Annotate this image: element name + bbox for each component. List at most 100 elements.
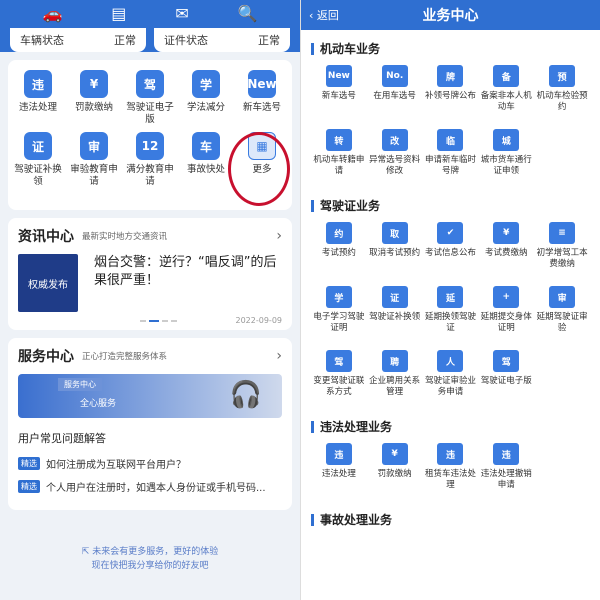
service-item[interactable]: 违租赁车违法处理 [423,443,479,501]
news-item[interactable]: 权威发布 烟台交警：逆行？“唱反调”的后果很严重！ [8,254,292,312]
top-bar: 🚗 ▤ ✉ 🔍 车辆状态 正常 证件状态 正常 [0,0,300,52]
chevron-left-icon: ‹ [309,9,317,22]
service-label: 审验教育申请 [70,164,118,187]
service-item[interactable]: 驾变更驾驶证联系方式 [311,350,367,408]
service-label: 考试信息公布 [424,248,476,258]
service-label: 驾驶证补换领 [14,164,62,187]
service-label: 驾驶证审验业务申请 [424,376,476,397]
service-label: 初学增驾工本费缴纳 [536,248,588,269]
service-item[interactable]: 证驾驶证补换领 [10,132,66,188]
service-item[interactable]: 牌补领号牌公布 [423,65,479,123]
service-icon: 车 [192,132,220,160]
service-item[interactable]: 12 满分教育申请 [122,132,178,188]
business-section: 机动车业务 New 新车选号 No. 在用车选号牌补领号牌公布备备案非本人机动车预机动车… [301,40,600,187]
top-icon-row: 🚗 ▤ ✉ 🔍 [0,0,300,28]
service-item[interactable]: No. 在用车选号 [367,65,423,123]
search-icon[interactable]: 🔍 [238,0,258,28]
service-item[interactable]: ≡ 初学增驾工本费缴纳 [534,222,590,280]
service-label: 补领号牌公布 [424,91,476,101]
service-icon: 违 [325,443,352,465]
service-item[interactable]: 延延期换领驾驶证 [423,286,479,344]
service-item[interactable]: 证驾驶证补换领 [367,286,423,344]
business-section: 违法处理业务违违法处理 ¥ 罚款缴纳违租赁车违法处理违违法处理撤销申请 [301,418,600,501]
mail-icon[interactable]: ✉ [175,0,188,28]
section-grid: New 新车选号 No. 在用车选号牌补领号牌公布备备案非本人机动车预机动车检验预约转… [311,65,590,187]
service-label: 延期提交身体证明 [480,312,532,333]
service-item[interactable]: ✔ 考试信息公布 [423,222,479,280]
service-icon: ¥ [381,443,408,465]
service-label: 变更驾驶证联系方式 [313,376,365,397]
service-item[interactable]: + 延期提交身体证明 [478,286,534,344]
service-center-subtitle: 正心打造完整服务体系 [82,352,168,362]
service-label: 驾驶证电子版 [126,102,174,125]
service-label: 延期换领驾驶证 [424,312,476,333]
service-item[interactable]: ¥ 考试费缴纳 [478,222,534,280]
home-screen: 🚗 ▤ ✉ 🔍 车辆状态 正常 证件状态 正常 违违法处理 ¥ 罚款缴纳驾驾驶证电子… [0,0,300,600]
service-label: 考试预约 [321,248,356,258]
service-banner[interactable]: 服务中心 全心服务 🎧 [18,374,282,418]
service-item[interactable]: 转机动车转籍申请 [311,129,367,187]
service-icon: 违 [437,443,464,465]
service-item[interactable]: 违违法处理 [311,443,367,501]
service-item[interactable]: 驾驾驶证电子版 [122,70,178,126]
service-icon: 审 [549,286,576,308]
service-item[interactable]: New 新车选号 [311,65,367,123]
service-item[interactable]: 预机动车检验预约 [534,65,590,123]
service-item[interactable]: 学学法减分 [178,70,234,126]
service-item[interactable]: 聘企业聘用关系管理 [367,350,423,408]
service-icon: + [493,286,520,308]
service-item[interactable]: 备备案非本人机动车 [478,65,534,123]
service-item[interactable]: 审延期驾驶证审验 [534,286,590,344]
service-item[interactable]: ¥ 罚款缴纳 [367,443,423,501]
service-icon: 证 [24,132,52,160]
service-icon: 临 [437,129,464,151]
service-icon: 违 [24,70,52,98]
service-item[interactable]: 改异常选号资料修改 [367,129,423,187]
service-label: 机动车转籍申请 [313,155,365,176]
service-item[interactable]: 取取消考试预约 [367,222,423,280]
vehicle-status-card[interactable]: 车辆状态 正常 [10,28,146,52]
license-status-card[interactable]: 证件状态 正常 [154,28,290,52]
highlight-circle-more [228,132,290,206]
service-icon: 驾 [493,350,520,372]
app-screens: 🚗 ▤ ✉ 🔍 车辆状态 正常 证件状态 正常 违违法处理 ¥ 罚款缴纳驾驾驶证电子… [0,0,600,600]
service-item[interactable]: 违违法处理 [10,70,66,126]
service-icon: 学 [325,286,352,308]
service-item[interactable]: 审审验教育申请 [66,132,122,188]
service-label: 城市货车通行证申领 [480,155,532,176]
service-item[interactable]: 驾驾驶证电子版 [478,350,534,408]
service-item[interactable]: 临申请新车临时号牌 [423,129,479,187]
service-icon: ¥ [80,70,108,98]
faq-title: 用户常见问题解答 [18,432,106,445]
faq-item[interactable]: 精选 个人用户在注册时，如遇本人身份证或手机号码... [8,475,292,498]
service-icon: 人 [437,350,464,372]
service-item[interactable]: 违违法处理撤销申请 [478,443,534,501]
service-item[interactable]: 车事故快处 [178,132,234,188]
section-title: 机动车业务 [311,40,590,57]
news-header[interactable]: 资讯中心 最新实时地方交通资讯 › [8,218,292,254]
share-icon[interactable]: ⇱ [82,547,92,557]
service-item[interactable]: ¥ 罚款缴纳 [66,70,122,126]
vehicle-status-label: 车辆状态 [20,34,64,47]
service-item[interactable]: 约考试预约 [311,222,367,280]
service-label: 违法处理 [18,102,57,113]
service-item[interactable]: 人驾驶证审验业务申请 [423,350,479,408]
service-item[interactable]: New 新车选号 [234,70,290,126]
service-item[interactable]: 学电子学习驾驶证明 [311,286,367,344]
back-button[interactable]: ‹ 返回 [309,7,339,23]
faq-item[interactable]: 精选 如何注册成为互联网平台用户？ [8,452,292,475]
car-icon[interactable]: 🚗 [42,0,62,28]
service-icon: 改 [381,129,408,151]
service-label: 满分教育申请 [126,164,174,187]
service-center-header[interactable]: 服务中心 正心打造完整服务体系 › [8,338,292,374]
news-thumbnail: 权威发布 [18,254,78,312]
service-label: 驾驶证补换领 [369,312,421,322]
service-icon: 聘 [381,350,408,372]
news-date: 2022-09-09 [235,316,283,325]
service-item[interactable]: 城城市货车通行证申领 [478,129,534,187]
id-card-icon[interactable]: ▤ [111,0,126,28]
footer-note-2: 现在快把我分享给你的好友吧 [91,561,209,571]
business-section: 驾驶证业务约考试预约取取消考试预约 ✔ 考试信息公布 ¥ 考试费缴纳 ≡ 初学增驾工本费缴纳… [301,197,600,408]
license-status-value: 正常 [258,34,280,47]
service-icon: New [247,70,277,98]
